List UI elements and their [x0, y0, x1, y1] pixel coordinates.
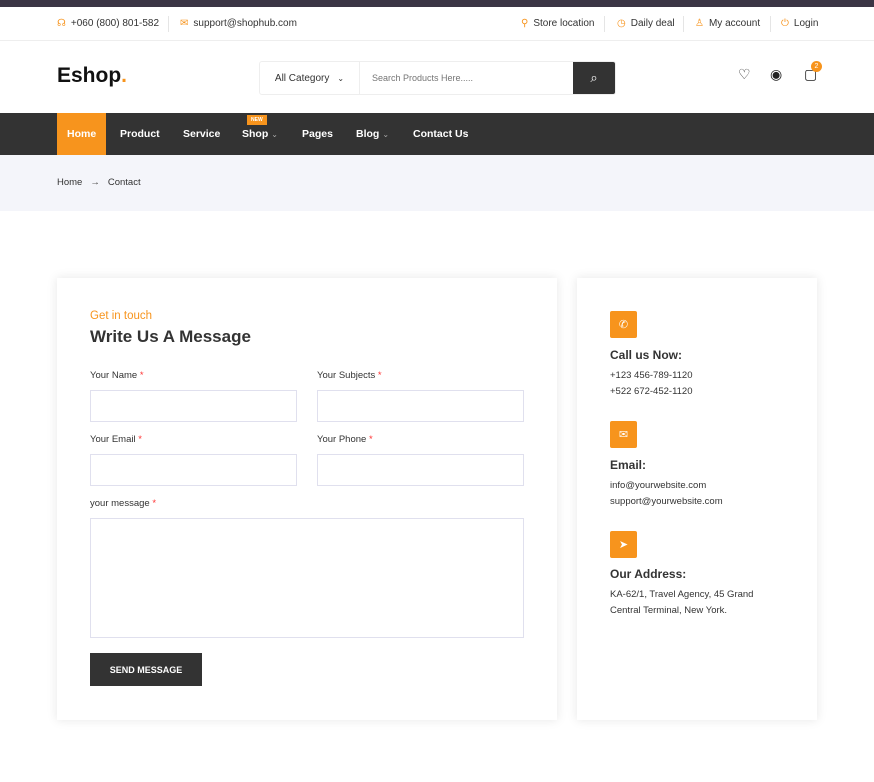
call-heading: Call us Now: — [610, 348, 683, 362]
email-heading: Email: — [610, 458, 647, 472]
wishlist-icon[interactable]: ♡ — [738, 66, 751, 83]
envelope-open-icon: ✉ — [610, 421, 637, 448]
top-strip — [0, 0, 874, 7]
account-icon[interactable]: ◉ — [770, 66, 782, 83]
required-mark: * — [152, 498, 157, 509]
search-input[interactable] — [360, 62, 573, 94]
logo-text: Eshop — [57, 64, 122, 87]
breadcrumb: Home → Contact — [57, 177, 141, 188]
search-button[interactable]: ⌕ — [573, 62, 615, 94]
account-label: My account — [708, 18, 761, 29]
address-line-2: Central Terminal, New York. — [610, 605, 728, 616]
chevron-down-icon: ⌄ — [271, 129, 278, 139]
label-text: Your Email — [90, 434, 136, 445]
nav-label: Service — [183, 128, 221, 140]
email-text: support@shophub.com — [193, 18, 297, 29]
breadcrumb-current: Contact — [107, 177, 141, 188]
search-icon: ⌕ — [590, 70, 598, 85]
required-mark: * — [368, 434, 373, 445]
divider — [770, 16, 771, 32]
label-text: Your Subjects — [317, 370, 376, 381]
location-arrow-icon: ➤ — [610, 531, 637, 558]
chevron-down-icon: ⌄ — [382, 129, 390, 139]
search-bar: All Category ⌄ ⌕ — [259, 61, 616, 95]
divider — [604, 16, 605, 32]
daily-deal-link[interactable]: ◷ Daily deal — [617, 7, 675, 40]
nav-label: Product — [120, 128, 160, 140]
phone-input[interactable] — [317, 454, 524, 486]
category-select[interactable]: All Category ⌄ — [260, 62, 360, 94]
envelope-icon: ✉ — [180, 18, 189, 29]
breadcrumb-home[interactable]: Home — [57, 177, 82, 188]
my-account-link[interactable]: ♙ My account — [695, 7, 760, 40]
deal-label: Daily deal — [630, 18, 675, 29]
nav-pages[interactable]: Pages — [292, 113, 343, 155]
address-line-1: KA-62/1, Travel Agency, 45 Grand — [610, 589, 754, 600]
new-badge: NEW — [247, 115, 267, 125]
address-heading: Our Address: — [610, 567, 687, 581]
label-text: Your Phone — [317, 434, 367, 445]
divider — [683, 16, 684, 32]
chevron-down-icon: ⌄ — [337, 73, 345, 83]
email-addresses: info@yourwebsite.com support@yourwebsite.… — [610, 478, 723, 510]
address-text: KA-62/1, Travel Agency, 45 Grand Central … — [610, 587, 753, 619]
nav-service[interactable]: Service — [173, 113, 230, 155]
topbar: ☊ +060 (800) 801-582 ✉ support@shophub.com… — [0, 7, 874, 41]
email-label: Your Email * — [90, 434, 142, 445]
clock-icon: ◷ — [617, 18, 626, 29]
logo-dot: . — [121, 64, 128, 87]
form-kicker: Get in touch — [90, 310, 153, 322]
logo[interactable]: Eshop. — [57, 64, 127, 88]
send-message-button[interactable]: SEND MESSAGE — [90, 653, 202, 686]
nav-label: Shop — [242, 128, 269, 140]
main-nav: Home Product Service Shop ⌄ Pages Blog ⌄ C… — [0, 113, 874, 155]
topbar-email[interactable]: ✉ support@shophub.com — [180, 7, 297, 40]
cart-count-badge: 2 — [811, 61, 822, 72]
phone-text: +060 (800) 801-582 — [70, 18, 160, 29]
store-label: Store location — [533, 18, 595, 29]
arrow-right-icon: → — [90, 177, 100, 188]
message-textarea[interactable] — [90, 518, 524, 638]
store-location-link[interactable]: ⚲ Store location — [521, 7, 594, 40]
message-label: your message * — [90, 498, 156, 509]
nav-home[interactable]: Home — [57, 113, 107, 155]
name-label: Your Name * — [90, 370, 144, 381]
nav-label: Pages — [302, 128, 333, 140]
headset-icon: ☊ — [57, 18, 66, 29]
nav-contact[interactable]: Contact Us — [403, 113, 478, 155]
nav-product[interactable]: Product — [110, 113, 170, 155]
email-input[interactable] — [90, 454, 297, 486]
label-text: your message — [90, 498, 150, 509]
required-mark: * — [138, 434, 142, 445]
nav-blog[interactable]: Blog ⌄ — [346, 113, 399, 155]
form-title: Write Us A Message — [90, 327, 251, 346]
topbar-phone: ☊ +060 (800) 801-582 — [57, 7, 159, 40]
phone-1: +123 456-789-1120 — [610, 370, 693, 381]
phone-numbers: +123 456-789-1120 +522 672-452-1120 — [610, 368, 693, 400]
required-mark: * — [139, 370, 144, 381]
label-text: Your Name — [90, 370, 138, 381]
phone-icon: ✆ — [610, 311, 637, 338]
email-2[interactable]: support@yourwebsite.com — [610, 494, 723, 510]
nav-label: Blog — [356, 128, 380, 140]
required-mark: * — [377, 370, 382, 381]
login-link[interactable]: ⏻ Login — [781, 7, 818, 40]
divider — [168, 16, 169, 32]
user-icon: ♙ — [695, 18, 704, 29]
name-input[interactable] — [90, 390, 297, 422]
category-label: All Category — [274, 72, 330, 84]
phone-2: +522 672-452-1120 — [610, 386, 693, 397]
power-icon: ⏻ — [781, 18, 789, 29]
subjects-label: Your Subjects * — [317, 370, 382, 381]
email-1[interactable]: info@yourwebsite.com — [610, 478, 723, 494]
map-pin-icon: ⚲ — [521, 18, 529, 29]
nav-label: Home — [67, 128, 97, 140]
phone-label: Your Phone * — [317, 434, 373, 445]
login-label: Login — [793, 18, 819, 29]
nav-label: Contact Us — [413, 128, 469, 140]
subjects-input[interactable] — [317, 390, 524, 422]
